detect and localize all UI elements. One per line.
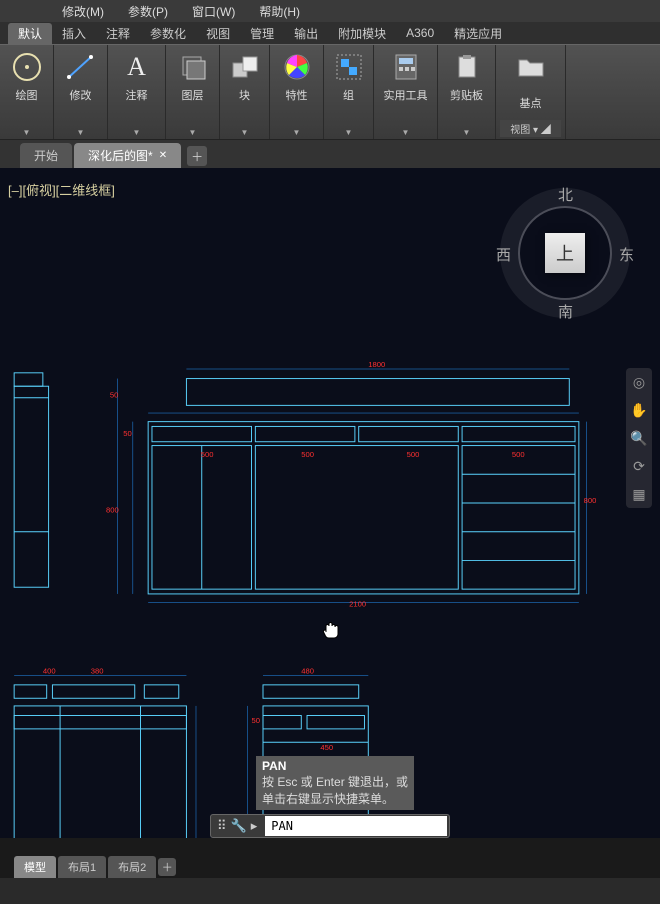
svg-text:50: 50 xyxy=(110,391,119,400)
tab-manage[interactable]: 管理 xyxy=(240,23,284,44)
close-icon[interactable]: ✕ xyxy=(159,150,167,161)
menu-help[interactable]: 帮助(H) xyxy=(247,3,312,20)
text-icon: A xyxy=(121,51,153,83)
ribbon: 绘图 ▼ 修改 ▼ A 注释 ▼ 图层 ▼ 块 ▼ xyxy=(0,44,660,140)
layers-icon xyxy=(177,51,209,83)
layout-tabs: 模型 布局1 布局2 ＋ xyxy=(14,856,176,878)
command-tooltip: PAN 按 Esc 或 Enter 键退出，或 单击右键显示快捷菜单。 xyxy=(256,756,414,810)
panel-draw[interactable]: 绘图 ▼ xyxy=(0,45,54,139)
menu-window[interactable]: 窗口(W) xyxy=(180,3,247,20)
pan-cursor-icon xyxy=(320,618,344,648)
ribbon-tabs: 默认 插入 注释 参数化 视图 管理 输出 附加模块 A360 精选应用 xyxy=(0,22,660,44)
color-wheel-icon xyxy=(281,51,313,83)
panel-label: 基点 xyxy=(520,95,542,111)
panel-label: 注释 xyxy=(126,87,148,103)
chevron-down-icon[interactable]: ▼ xyxy=(463,128,471,137)
panel-properties[interactable]: 特性 ▼ xyxy=(270,45,324,139)
tab-annotate[interactable]: 注释 xyxy=(96,23,140,44)
add-layout-button[interactable]: ＋ xyxy=(158,858,176,876)
panel-clipboard[interactable]: 剪贴板 ▼ xyxy=(438,45,496,139)
panel-label: 组 xyxy=(343,87,354,103)
panel-layers[interactable]: 图层 ▼ xyxy=(166,45,220,139)
menu-params[interactable]: 参数(P) xyxy=(116,3,180,20)
calculator-icon xyxy=(390,51,422,83)
panel-label: 特性 xyxy=(286,87,308,103)
cad-drawing: 1800 500 500 500 500 50 800 50 2100 800 … xyxy=(0,168,660,838)
panel-annotate[interactable]: A 注释 ▼ xyxy=(108,45,166,139)
svg-text:400: 400 xyxy=(43,666,56,675)
menu-modify[interactable]: 修改(M) xyxy=(50,3,116,20)
chevron-down-icon[interactable]: ▼ xyxy=(402,128,410,137)
status-bar xyxy=(0,878,660,904)
svg-text:50: 50 xyxy=(252,716,261,725)
menubar: 修改(M) 参数(P) 窗口(W) 帮助(H) xyxy=(0,0,660,22)
tab-layout1[interactable]: 布局1 xyxy=(58,856,106,878)
panel-block[interactable]: 块 ▼ xyxy=(220,45,270,139)
svg-text:2100: 2100 xyxy=(349,599,366,608)
circle-icon xyxy=(11,51,43,83)
panel-modify[interactable]: 修改 ▼ xyxy=(54,45,108,139)
svg-text:500: 500 xyxy=(407,450,420,459)
tooltip-line: 按 Esc 或 Enter 键退出，或 xyxy=(262,774,408,791)
file-tabs: 开始 深化后的图*✕ ＋ xyxy=(0,140,660,168)
svg-text:480: 480 xyxy=(301,666,314,675)
svg-text:450: 450 xyxy=(320,743,333,752)
drawing-viewport[interactable]: [–][俯视][二维线框] 上 北 南 西 东 ◎ ✋ 🔍 ⟳ ▦ xyxy=(0,168,660,838)
filetab-start[interactable]: 开始 xyxy=(20,143,72,168)
tab-default[interactable]: 默认 xyxy=(8,23,52,44)
chevron-down-icon[interactable]: ▼ xyxy=(133,128,141,137)
line-icon xyxy=(65,51,97,83)
svg-text:500: 500 xyxy=(512,450,525,459)
panel-label: 实用工具 xyxy=(384,87,428,103)
add-tab-button[interactable]: ＋ xyxy=(187,146,207,166)
tab-featured[interactable]: 精选应用 xyxy=(444,23,512,44)
tooltip-line: 单击右键显示快捷菜单。 xyxy=(262,791,408,808)
grip-icon[interactable]: ⠿ xyxy=(217,818,227,834)
chevron-down-icon[interactable]: ▼ xyxy=(293,128,301,137)
tooltip-title: PAN xyxy=(262,758,408,775)
block-icon xyxy=(229,51,261,83)
panel-base[interactable]: 基点 视图 ▾ ◢ xyxy=(496,45,566,139)
panel-group[interactable]: 组 ▼ xyxy=(324,45,374,139)
panel-label: 图层 xyxy=(182,87,204,103)
chevron-right-icon: ▸ xyxy=(251,818,258,834)
svg-text:50: 50 xyxy=(123,429,132,438)
tab-view[interactable]: 视图 xyxy=(196,23,240,44)
tab-layout2[interactable]: 布局2 xyxy=(108,856,156,878)
tab-parametric[interactable]: 参数化 xyxy=(140,23,196,44)
command-line: ⠿ 🔧 ▸ xyxy=(210,814,450,838)
folder-icon xyxy=(515,51,547,83)
chevron-down-icon[interactable]: ▼ xyxy=(189,128,197,137)
chevron-down-icon[interactable]: ▼ xyxy=(77,128,85,137)
svg-text:500: 500 xyxy=(201,450,214,459)
clipboard-icon xyxy=(451,51,483,83)
wrench-icon[interactable]: 🔧 xyxy=(231,818,247,834)
tab-output[interactable]: 输出 xyxy=(284,23,328,44)
tab-model[interactable]: 模型 xyxy=(14,856,56,878)
tab-insert[interactable]: 插入 xyxy=(52,23,96,44)
panel-label: 块 xyxy=(239,87,250,103)
chevron-down-icon[interactable]: ▼ xyxy=(241,128,249,137)
svg-text:1800: 1800 xyxy=(368,360,385,369)
svg-text:500: 500 xyxy=(301,450,314,459)
svg-text:800: 800 xyxy=(584,496,597,505)
panel-label: 修改 xyxy=(70,87,92,103)
svg-text:380: 380 xyxy=(91,666,104,675)
svg-text:800: 800 xyxy=(106,506,119,515)
chevron-down-icon[interactable]: ▼ xyxy=(345,128,353,137)
panel-utilities[interactable]: 实用工具 ▼ xyxy=(374,45,438,139)
panel-label: 绘图 xyxy=(16,87,38,103)
tab-addin[interactable]: 附加模块 xyxy=(328,23,396,44)
tab-a360[interactable]: A360 xyxy=(396,24,444,42)
filetab-drawing[interactable]: 深化后的图*✕ xyxy=(74,143,181,168)
group-icon xyxy=(333,51,365,83)
panel-label: 剪贴板 xyxy=(450,87,483,103)
command-input[interactable] xyxy=(265,816,447,836)
subview-label[interactable]: 视图 ▾ ◢ xyxy=(500,120,561,137)
chevron-down-icon[interactable]: ▼ xyxy=(23,128,31,137)
